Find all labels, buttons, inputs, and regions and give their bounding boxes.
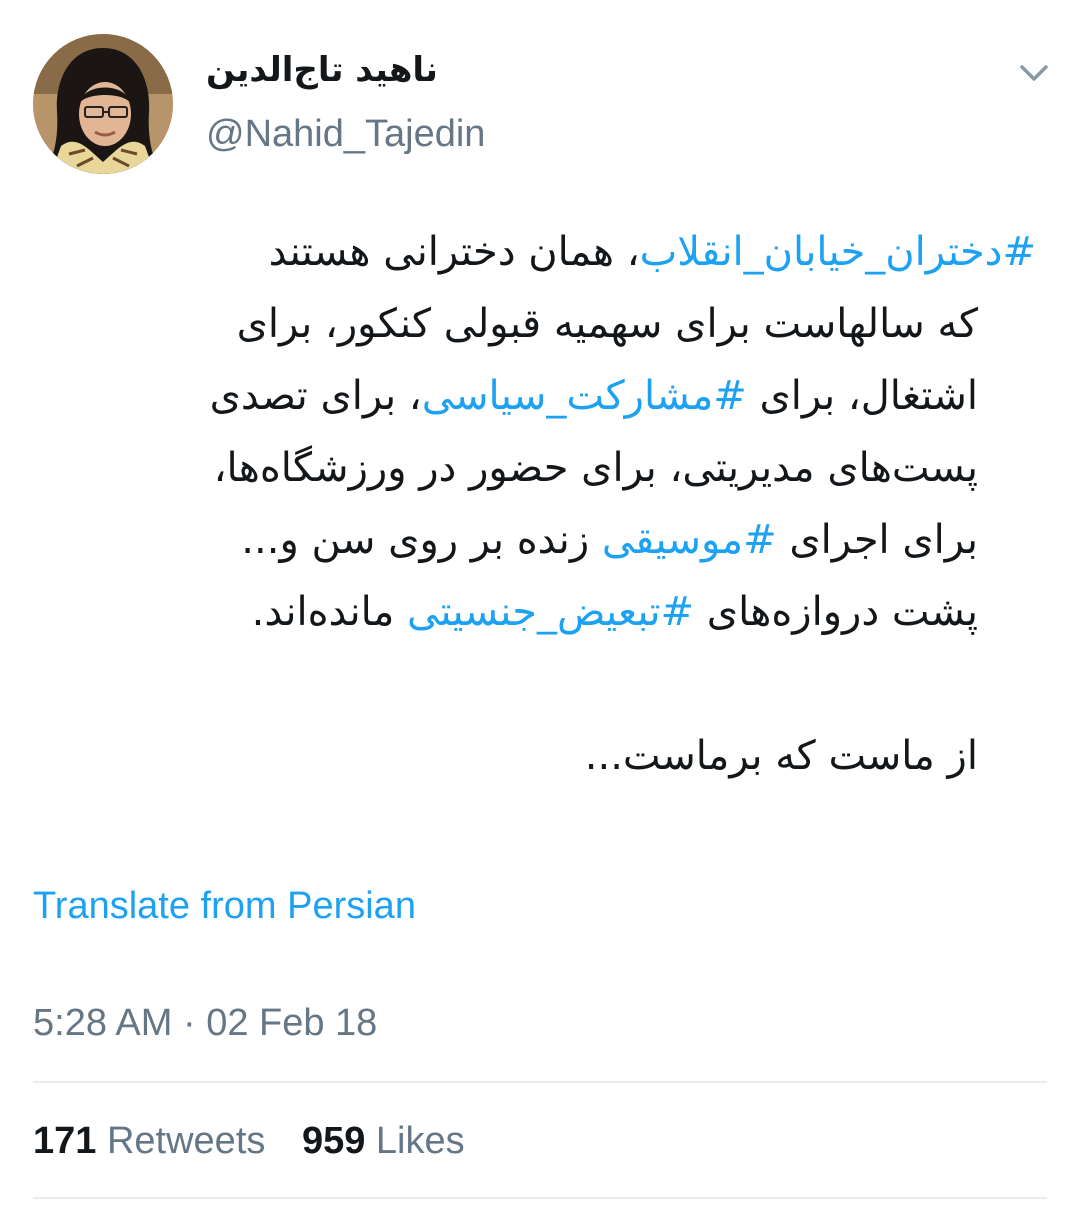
retweets-label: Retweets [106, 1120, 266, 1162]
retweets-stat[interactable]: 171 Retweets [33, 1120, 265, 1162]
user-handle[interactable]: @Nahid_Tajedin [206, 113, 485, 156]
tweet-text-run: مانده‌اند. [251, 589, 407, 635]
divider [33, 1081, 1047, 1083]
tweet-closing-line: از ماست که برماست... [584, 733, 978, 779]
chevron-down-icon[interactable] [1014, 58, 1054, 88]
likes-stat[interactable]: 959 Likes [302, 1120, 465, 1162]
hashtag-link[interactable]: #موسیقی [602, 517, 777, 563]
tweet-text-run: پشت دروازه‌های [694, 589, 978, 635]
tweet-text-run: پست‌های مدیریتی، برای حضور در ورزشگاه‌ها… [213, 445, 978, 491]
tweet-line: برای اجرای #موسیقی زنده بر روی سن و... [28, 504, 1048, 576]
tweet-text-run: ، برای تصدی [209, 373, 422, 419]
retweets-count: 171 [33, 1120, 97, 1162]
avatar-image [33, 34, 173, 174]
avatar[interactable] [33, 34, 173, 174]
tweet-line: #دختران_خیابان_انقلاب، همان دخترانی هستن… [28, 216, 1048, 288]
tweet-stats: 171 Retweets 959 Likes [33, 1120, 491, 1163]
tweet-text-run: اشتغال، برای [746, 373, 978, 419]
hashtag-link[interactable]: #تبعیض_جنسیتی [407, 589, 694, 635]
likes-label: Likes [375, 1120, 465, 1162]
tweet-line: که سالهاست برای سهمیه قبولی کنکور، برای [28, 288, 1048, 360]
likes-count: 959 [301, 1120, 366, 1162]
tweet-text-run: زنده بر روی سن و... [241, 517, 602, 563]
tweet-text: #دختران_خیابان_انقلاب، همان دخترانی هستن… [28, 216, 1048, 792]
translate-link[interactable]: Translate from Persian [33, 885, 416, 928]
tweet-line: اشتغال، برای #مشارکت_سیاسی، برای تصدی [28, 360, 1048, 432]
tweet-text-run: ، همان دخترانی هستند [268, 229, 640, 275]
tweet-timestamp[interactable]: 5:28 AM · 02 Feb 18 [33, 1002, 377, 1045]
tweet-line: پست‌های مدیریتی، برای حضور در ورزشگاه‌ها… [28, 432, 1048, 504]
hashtag-link[interactable]: #دختران_خیابان_انقلاب [640, 229, 1036, 275]
tweet-text-run: که سالهاست برای سهمیه قبولی کنکور، برای [236, 301, 978, 347]
hashtag-link[interactable]: #مشارکت_سیاسی [422, 373, 747, 419]
tweet-line: پشت دروازه‌های #تبعیض_جنسیتی مانده‌اند. [28, 576, 1048, 648]
tweet-text-run: برای اجرای [776, 517, 978, 563]
divider [33, 1197, 1047, 1199]
display-name[interactable]: ناهید تاج‌الدین [206, 50, 438, 90]
